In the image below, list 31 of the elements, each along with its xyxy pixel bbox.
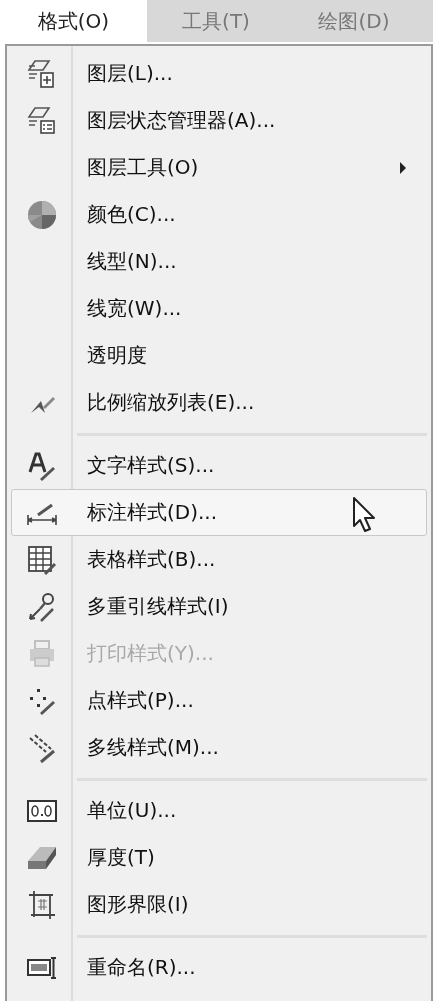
multiline-icon <box>27 731 57 764</box>
menu-item[interactable]: 比例缩放列表(E)... <box>11 379 427 426</box>
menu-item[interactable]: 点样式(P)... <box>11 677 427 724</box>
menu-item[interactable]: 文字样式(S)... <box>11 442 427 489</box>
menu-item[interactable]: 图层工具(O) <box>11 144 427 191</box>
menu-item[interactable]: 图层(L)... <box>11 50 427 97</box>
menu-item[interactable]: 多重引线样式(I) <box>11 583 427 630</box>
color-wheel-icon <box>26 198 58 231</box>
menu-item[interactable]: 线宽(W)... <box>11 285 427 332</box>
menu-item[interactable]: 图层状态管理器(A)... <box>11 97 427 144</box>
layers-icon <box>27 104 57 137</box>
menu-item[interactable]: 颜色(C)... <box>11 191 427 238</box>
submenu-arrow-icon <box>400 161 406 174</box>
table-icon <box>27 543 57 576</box>
menu-item[interactable]: 厚度(T) <box>11 834 427 881</box>
rename-icon <box>26 954 58 981</box>
pointer-icon <box>352 496 378 534</box>
menu-item[interactable]: 线型(N)... <box>11 238 427 285</box>
number-box-icon <box>26 797 58 824</box>
menu-tab[interactable]: 格式(O) <box>0 0 147 42</box>
menu-item[interactable]: 表格样式(B)... <box>11 536 427 583</box>
printer-icon <box>27 637 57 670</box>
menu-item[interactable]: 标注样式(D)... <box>11 489 427 536</box>
menu-item[interactable]: 多线样式(M)... <box>11 724 427 771</box>
layers-icon <box>27 57 57 90</box>
menu-item[interactable]: 单位(U)... <box>11 787 427 834</box>
menu-item[interactable]: 重命名(R)... <box>11 944 427 991</box>
leader-icon <box>27 590 57 623</box>
menu-item[interactable]: 透明度 <box>11 332 427 379</box>
menu-item[interactable]: 图形界限(I) <box>11 881 427 928</box>
limits-icon <box>27 888 57 921</box>
